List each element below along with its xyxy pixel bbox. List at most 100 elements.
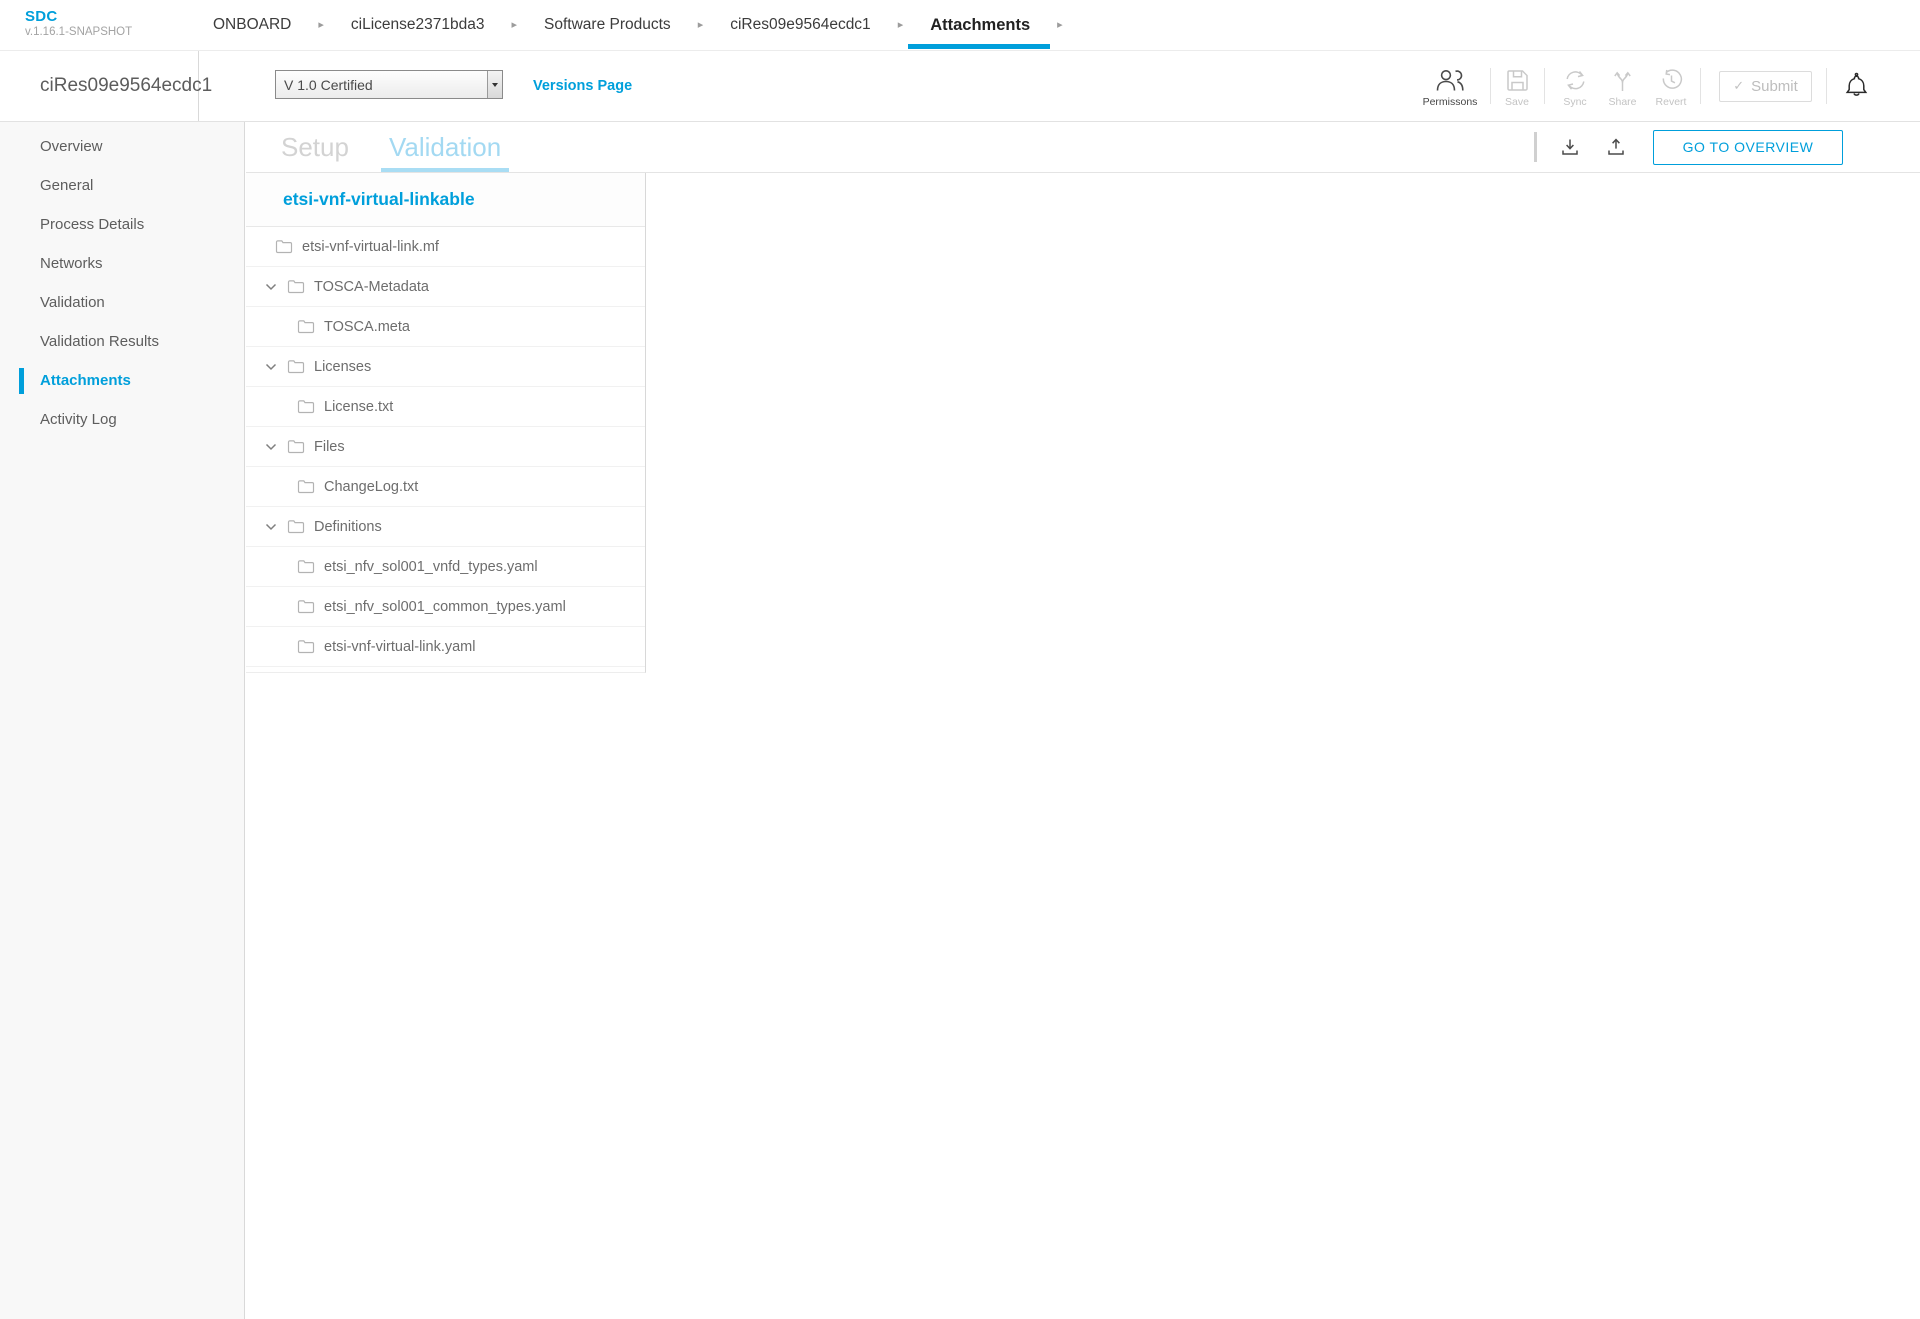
download-icon [1559,136,1581,158]
toolbar-divider [1544,68,1545,104]
breadcrumb-software-products[interactable]: Software Products [544,16,671,34]
chevron-right-icon: ▸ [1057,20,1063,31]
tree-row[interactable]: Definitions [246,507,645,547]
app-logo-text: SDC [25,9,132,24]
save-icon [1506,65,1529,92]
tab-setup[interactable]: Setup [281,132,349,163]
app-version-text: v.1.16.1-SNAPSHOT [25,27,132,39]
share-label: Share [1608,96,1636,108]
sidebar-item-process-details[interactable]: Process Details [0,205,244,244]
tree-row[interactable]: TOSCA.meta [246,307,645,347]
chevron-right-icon: ▸ [512,20,518,31]
folder-icon [297,559,315,574]
active-breadcrumb-underline [908,44,1050,49]
toolbar-divider [1826,68,1827,104]
version-select[interactable]: V 1.0 Certified [275,70,503,99]
breadcrumb-attachments-label: Attachments [930,16,1030,35]
tree-row-label: ChangeLog.txt [324,479,418,495]
chevron-down-icon[interactable] [265,363,277,371]
sidebar-item-attachments[interactable]: Attachments [0,361,244,400]
tree-row[interactable]: ChangeLog.txt [246,467,645,507]
vertical-divider [1534,132,1537,162]
permissions-button[interactable]: Permissons [1420,65,1480,108]
folder-icon [287,359,305,374]
chevron-right-icon: ▸ [898,20,904,31]
tree-row-label: etsi-vnf-virtual-link.yaml [324,639,475,655]
active-tab-underline [381,168,509,172]
chevron-down-icon[interactable] [265,283,277,291]
share-button[interactable]: Share [1600,65,1645,108]
header-toolbar: Permissons Save [1420,51,1920,121]
versions-page-link[interactable]: Versions Page [533,51,632,121]
tree-row-label: TOSCA-Metadata [314,279,429,295]
attachments-tree-panel: etsi-vnf-virtual-linkable etsi-vnf-virtu… [246,173,646,673]
toolbar-divider [1490,68,1491,104]
breadcrumb-attachments[interactable]: Attachments [930,0,1030,50]
tree-row[interactable]: TOSCA-Metadata [246,267,645,307]
tab-validation[interactable]: Validation [389,122,501,172]
save-button[interactable]: Save [1493,65,1541,108]
tree-row[interactable]: etsi_nfv_sol001_vnfd_types.yaml [246,547,645,587]
tree-row-label: Licenses [314,359,371,375]
revert-button[interactable]: Revert [1645,65,1697,108]
sync-button[interactable]: Sync [1550,65,1600,108]
submit-label: Submit [1751,78,1798,95]
sidebar-item-general[interactable]: General [0,166,244,205]
tree-row[interactable]: Licenses [246,347,645,387]
breadcrumb-resource[interactable]: ciRes09e9564ecdc1 [730,16,870,34]
sidebar-item-activity-log[interactable]: Activity Log [0,400,244,439]
app-logo: SDC v.1.16.1-SNAPSHOT [25,9,132,39]
chevron-down-icon[interactable] [265,523,277,531]
submit-button[interactable]: ✓ Submit [1719,71,1812,102]
folder-icon [297,599,315,614]
revert-label: Revert [1656,96,1687,108]
sdc-app-window: SDC v.1.16.1-SNAPSHOT ONBOARD ▸ ciLicens… [0,0,1920,1319]
tree-row-label: License.txt [324,399,393,415]
left-sidebar: Overview General Process Details Network… [0,122,245,1319]
tree-row[interactable]: License.txt [246,387,645,427]
tab-validation-label: Validation [389,132,501,163]
tree-row[interactable]: Files [246,427,645,467]
tree-row[interactable]: etsi-vnf-virtual-link.yaml [246,627,645,667]
breadcrumb-onboard[interactable]: ONBOARD [213,16,291,34]
save-label: Save [1505,96,1529,108]
tree-row-label: etsi_nfv_sol001_vnfd_types.yaml [324,559,538,575]
download-button[interactable] [1559,136,1581,158]
breadcrumb: ONBOARD ▸ ciLicense2371bda3 ▸ Software P… [213,0,1063,50]
sidebar-item-validation[interactable]: Validation [0,283,244,322]
tree-row-label: etsi_nfv_sol001_common_types.yaml [324,599,566,615]
tree-row-label: TOSCA.meta [324,319,410,335]
toolbar-divider [1700,68,1701,104]
tree-row[interactable]: etsi_nfv_sol001_common_types.yaml [246,587,645,627]
sidebar-item-networks[interactable]: Networks [0,244,244,283]
people-icon [1433,65,1467,92]
bell-icon [1844,72,1869,101]
attachments-tabs-bar: Setup Validation [246,122,1920,173]
tree-row[interactable]: etsi-vnf-virtual-link.mf [246,227,645,267]
chevron-right-icon: ▸ [698,20,704,31]
share-icon [1610,65,1635,92]
go-to-overview-button[interactable]: GO TO OVERVIEW [1653,130,1843,165]
sidebar-item-validation-results[interactable]: Validation Results [0,322,244,361]
tabs: Setup Validation [281,122,501,172]
top-nav-bar: SDC v.1.16.1-SNAPSHOT ONBOARD ▸ ciLicens… [0,0,1920,51]
folder-icon [287,519,305,534]
tree-row-label: Definitions [314,519,382,535]
folder-icon [297,639,315,654]
notifications-button[interactable] [1844,72,1869,101]
sidebar-item-overview[interactable]: Overview [0,127,244,166]
sync-label: Sync [1563,96,1586,108]
tree-title: etsi-vnf-virtual-linkable [246,173,645,227]
tree-row-label: Files [314,439,345,455]
folder-icon [275,239,293,254]
permissions-label: Permissons [1423,96,1478,108]
upload-button[interactable] [1605,136,1627,158]
tree-row-label: etsi-vnf-virtual-link.mf [302,239,439,255]
page-title: ciRes09e9564ecdc1 [40,75,212,97]
chevron-down-icon[interactable] [265,443,277,451]
breadcrumb-license[interactable]: ciLicense2371bda3 [351,16,485,34]
checkmark-icon: ✓ [1733,78,1744,94]
sidebar-nav: Overview General Process Details Network… [0,127,244,439]
upload-icon [1605,136,1627,158]
folder-icon [297,399,315,414]
